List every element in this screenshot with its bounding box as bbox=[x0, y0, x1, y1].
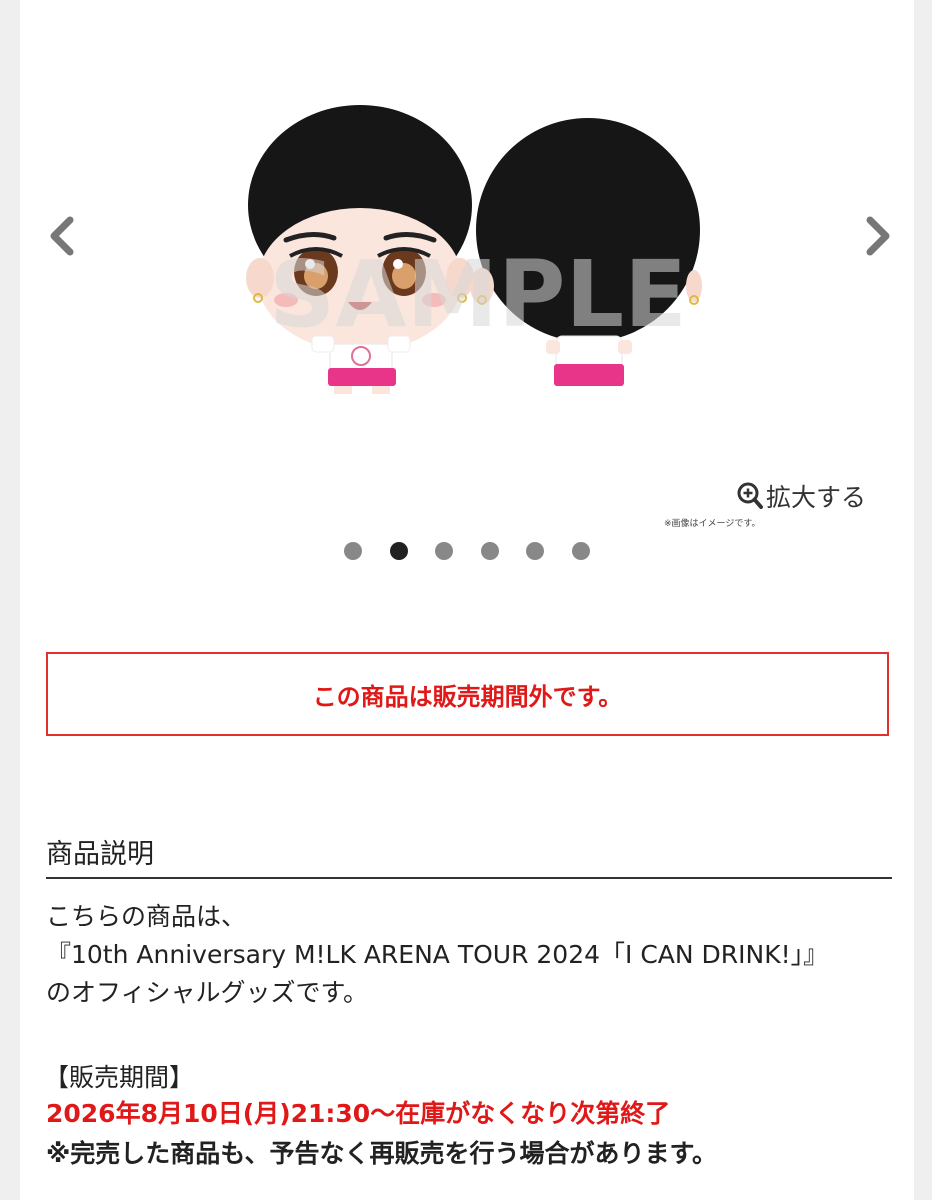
section-title-description: 商品説明 bbox=[46, 839, 154, 870]
notice-text: この商品は販売期間外です。 bbox=[312, 682, 623, 711]
chevron-left-icon bbox=[50, 216, 74, 256]
zoom-button[interactable]: 拡大する bbox=[736, 476, 866, 516]
product-image-carousel: SAMPLE 拡大する ※画像はイメージです。 bbox=[20, 0, 914, 600]
description-line: 『10th Anniversary M!LK ARENA TOUR 2024「I… bbox=[46, 940, 829, 969]
sale-period-heading: 【販売期間】 bbox=[44, 1063, 195, 1092]
sale-period-text: 2026年8月10日(月)21:30〜在庫がなくなり次第終了 bbox=[46, 1099, 671, 1128]
product-image[interactable]: SAMPLE bbox=[242, 100, 702, 410]
carousel-dot[interactable] bbox=[572, 542, 590, 560]
plush-figure-illustration: SAMPLE bbox=[246, 105, 702, 394]
out-of-sale-notice: この商品は販売期間外です。 bbox=[46, 652, 889, 736]
product-page: SAMPLE 拡大する ※画像はイメージです。 この商品は販売期間外です。 商品… bbox=[0, 0, 932, 1200]
chevron-right-icon bbox=[866, 216, 890, 256]
carousel-next-button[interactable] bbox=[858, 212, 898, 260]
zoom-in-icon bbox=[737, 482, 763, 509]
carousel-dot-active[interactable] bbox=[390, 542, 408, 560]
right-gutter bbox=[914, 0, 932, 1200]
carousel-dot[interactable] bbox=[481, 542, 499, 560]
product-description: こちらの商品は、 『10th Anniversary M!LK ARENA TO… bbox=[46, 898, 906, 1012]
carousel-dot[interactable] bbox=[435, 542, 453, 560]
zoom-label: 拡大する bbox=[766, 483, 867, 512]
carousel-prev-button[interactable] bbox=[42, 212, 82, 260]
carousel-dot[interactable] bbox=[526, 542, 544, 560]
resale-note: ※完売した商品も、予告なく再販売を行う場合があります。 bbox=[46, 1139, 718, 1168]
left-gutter bbox=[0, 0, 20, 1200]
section-divider bbox=[46, 877, 892, 879]
sample-watermark: SAMPLE bbox=[269, 241, 687, 348]
image-disclaimer: ※画像はイメージです。 bbox=[664, 519, 761, 529]
carousel-dot[interactable] bbox=[344, 542, 362, 560]
description-line: こちらの商品は、 bbox=[46, 902, 247, 931]
description-line: のオフィシャルグッズです。 bbox=[46, 978, 369, 1007]
carousel-pagination bbox=[344, 540, 604, 562]
